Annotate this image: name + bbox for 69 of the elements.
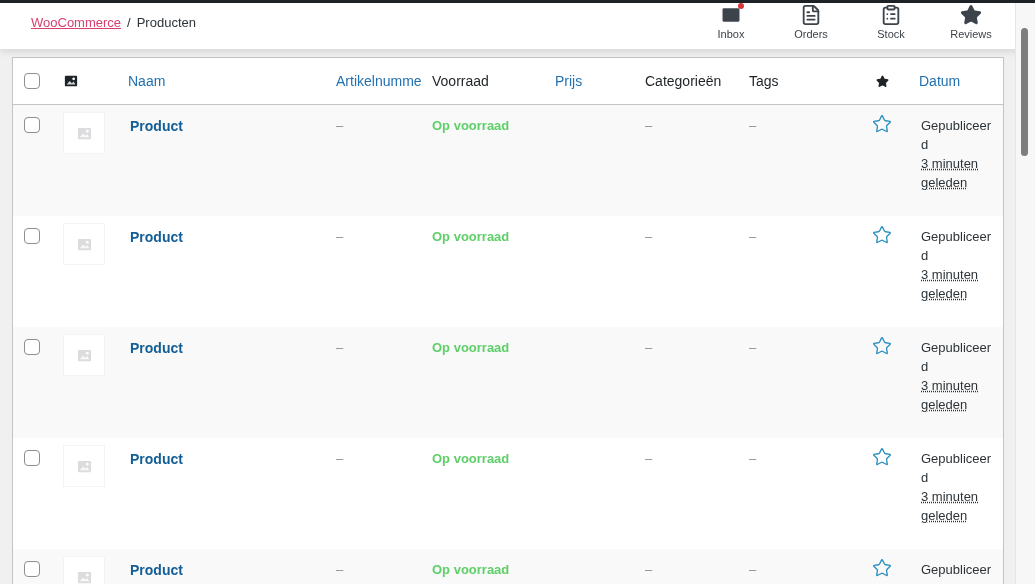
- featured-star-icon[interactable]: [872, 225, 892, 245]
- image-icon: [76, 347, 92, 363]
- sku-cell: –: [336, 451, 344, 466]
- sku-cell: –: [336, 118, 344, 133]
- star-icon: [875, 74, 889, 88]
- product-name-link[interactable]: Product: [130, 562, 183, 578]
- image-icon: [76, 125, 92, 141]
- document-icon: [800, 4, 822, 26]
- product-name-link[interactable]: Product: [130, 118, 183, 134]
- scrollbar-thumb[interactable]: [1021, 28, 1028, 156]
- clipboard-icon: [880, 4, 902, 26]
- stock-status: Op voorraad: [432, 118, 510, 133]
- toolbar-button[interactable]: Stock: [851, 3, 931, 49]
- categories-cell: –: [645, 118, 653, 133]
- stock-status: Op voorraad: [432, 229, 510, 244]
- image-icon: [76, 236, 92, 252]
- page-title: Producten: [136, 14, 196, 33]
- publish-status: Gepubliceerd: [921, 228, 993, 265]
- checkbox[interactable]: [24, 450, 40, 466]
- column-header[interactable]: Datum: [919, 72, 961, 89]
- product-name-link[interactable]: Product: [130, 229, 183, 245]
- publish-date: 3 minuten geleden: [921, 377, 980, 414]
- sku-cell: –: [336, 562, 344, 577]
- categories-cell: –: [645, 340, 653, 355]
- publish-date: 3 minuten geleden: [921, 266, 980, 303]
- checkbox[interactable]: [24, 339, 40, 355]
- breadcrumb-link[interactable]: WooCommerce: [31, 13, 122, 33]
- checkbox[interactable]: [24, 117, 40, 133]
- publish-status: Gepubliceerd: [921, 339, 993, 376]
- product-name-link[interactable]: Product: [130, 451, 183, 467]
- tags-cell: –: [749, 118, 757, 133]
- stock-status: Op voorraad: [432, 340, 510, 355]
- publish-status: Gepubliceerd: [921, 450, 993, 487]
- tags-cell: –: [749, 451, 757, 466]
- column-header[interactable]: Naam: [128, 72, 166, 89]
- tags-cell: –: [749, 229, 757, 244]
- stock-status: Op voorraad: [432, 562, 510, 577]
- column-header: Tags: [749, 72, 779, 89]
- toolbar-button[interactable]: Reviews: [931, 3, 1011, 49]
- image-icon: [64, 74, 78, 88]
- sku-cell: –: [336, 340, 344, 355]
- featured-star-icon[interactable]: [872, 558, 892, 578]
- checkbox[interactable]: [24, 561, 40, 577]
- publish-date: 3 minuten geleden: [921, 155, 980, 192]
- publish-date: 3 minuten geleden: [921, 488, 980, 525]
- sku-cell: –: [336, 229, 344, 244]
- featured-star-icon[interactable]: [872, 447, 892, 467]
- publish-status: Gepubliceer: [921, 561, 993, 579]
- featured-star-icon[interactable]: [872, 336, 892, 356]
- toolbar-button[interactable]: Inbox: [691, 3, 771, 49]
- image-icon: [76, 458, 92, 474]
- column-header[interactable]: Prijs: [555, 72, 583, 89]
- tags-cell: –: [749, 340, 757, 355]
- column-header[interactable]: Artikelnumme: [336, 72, 422, 89]
- checkbox[interactable]: [24, 73, 40, 89]
- categories-cell: –: [645, 451, 653, 466]
- tags-cell: –: [749, 562, 757, 577]
- categories-cell: –: [645, 229, 653, 244]
- categories-cell: –: [645, 562, 653, 577]
- product-name-link[interactable]: Product: [130, 340, 183, 356]
- breadcrumb-separator: /: [127, 14, 131, 33]
- toolbar-button[interactable]: Orders: [771, 3, 851, 49]
- featured-star-icon[interactable]: [872, 114, 892, 134]
- publish-status: Gepubliceerd: [921, 117, 993, 154]
- stock-status: Op voorraad: [432, 451, 510, 466]
- column-header: Categorieën: [645, 72, 722, 89]
- checkbox[interactable]: [24, 228, 40, 244]
- star-icon: [960, 4, 982, 26]
- column-header: Voorraad: [432, 72, 489, 89]
